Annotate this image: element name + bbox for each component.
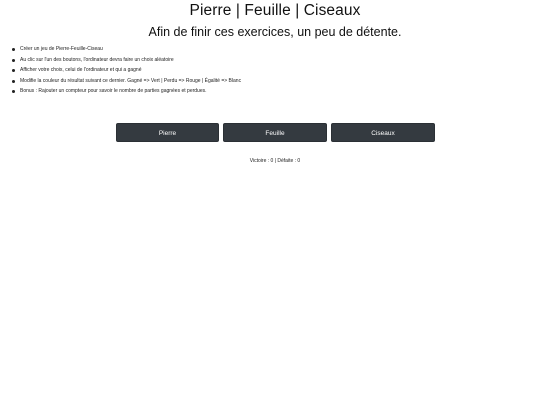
- list-item: Bonus : Rajouter un compteur pour savoir…: [11, 86, 241, 97]
- scissors-button[interactable]: Ciseaux: [331, 123, 435, 142]
- choice-buttons: Pierre Feuille Ciseaux: [116, 123, 435, 142]
- paper-button[interactable]: Feuille: [223, 123, 327, 142]
- rock-button[interactable]: Pierre: [116, 123, 219, 142]
- page-subtitle: Afin de finir ces exercices, un peu de d…: [148, 25, 402, 39]
- score-counter: Victoire : 0 | Défaite : 0: [249, 158, 301, 164]
- page: Pierre | Feuille | Ciseaux Afin de finir…: [0, 0, 550, 400]
- list-item: Afficher votre choix, celui de l'ordinat…: [11, 65, 241, 76]
- list-item: Au clic sur l'un des boutons, l'ordinate…: [11, 55, 241, 66]
- list-item: Modifie la couleur du résultat suivant c…: [11, 76, 241, 87]
- instructions-list: Créer un jeu de Pierre-Feuille-Ciseau Au…: [11, 44, 241, 97]
- list-item: Créer un jeu de Pierre-Feuille-Ciseau: [11, 44, 241, 55]
- page-title: Pierre | Feuille | Ciseaux: [189, 2, 361, 19]
